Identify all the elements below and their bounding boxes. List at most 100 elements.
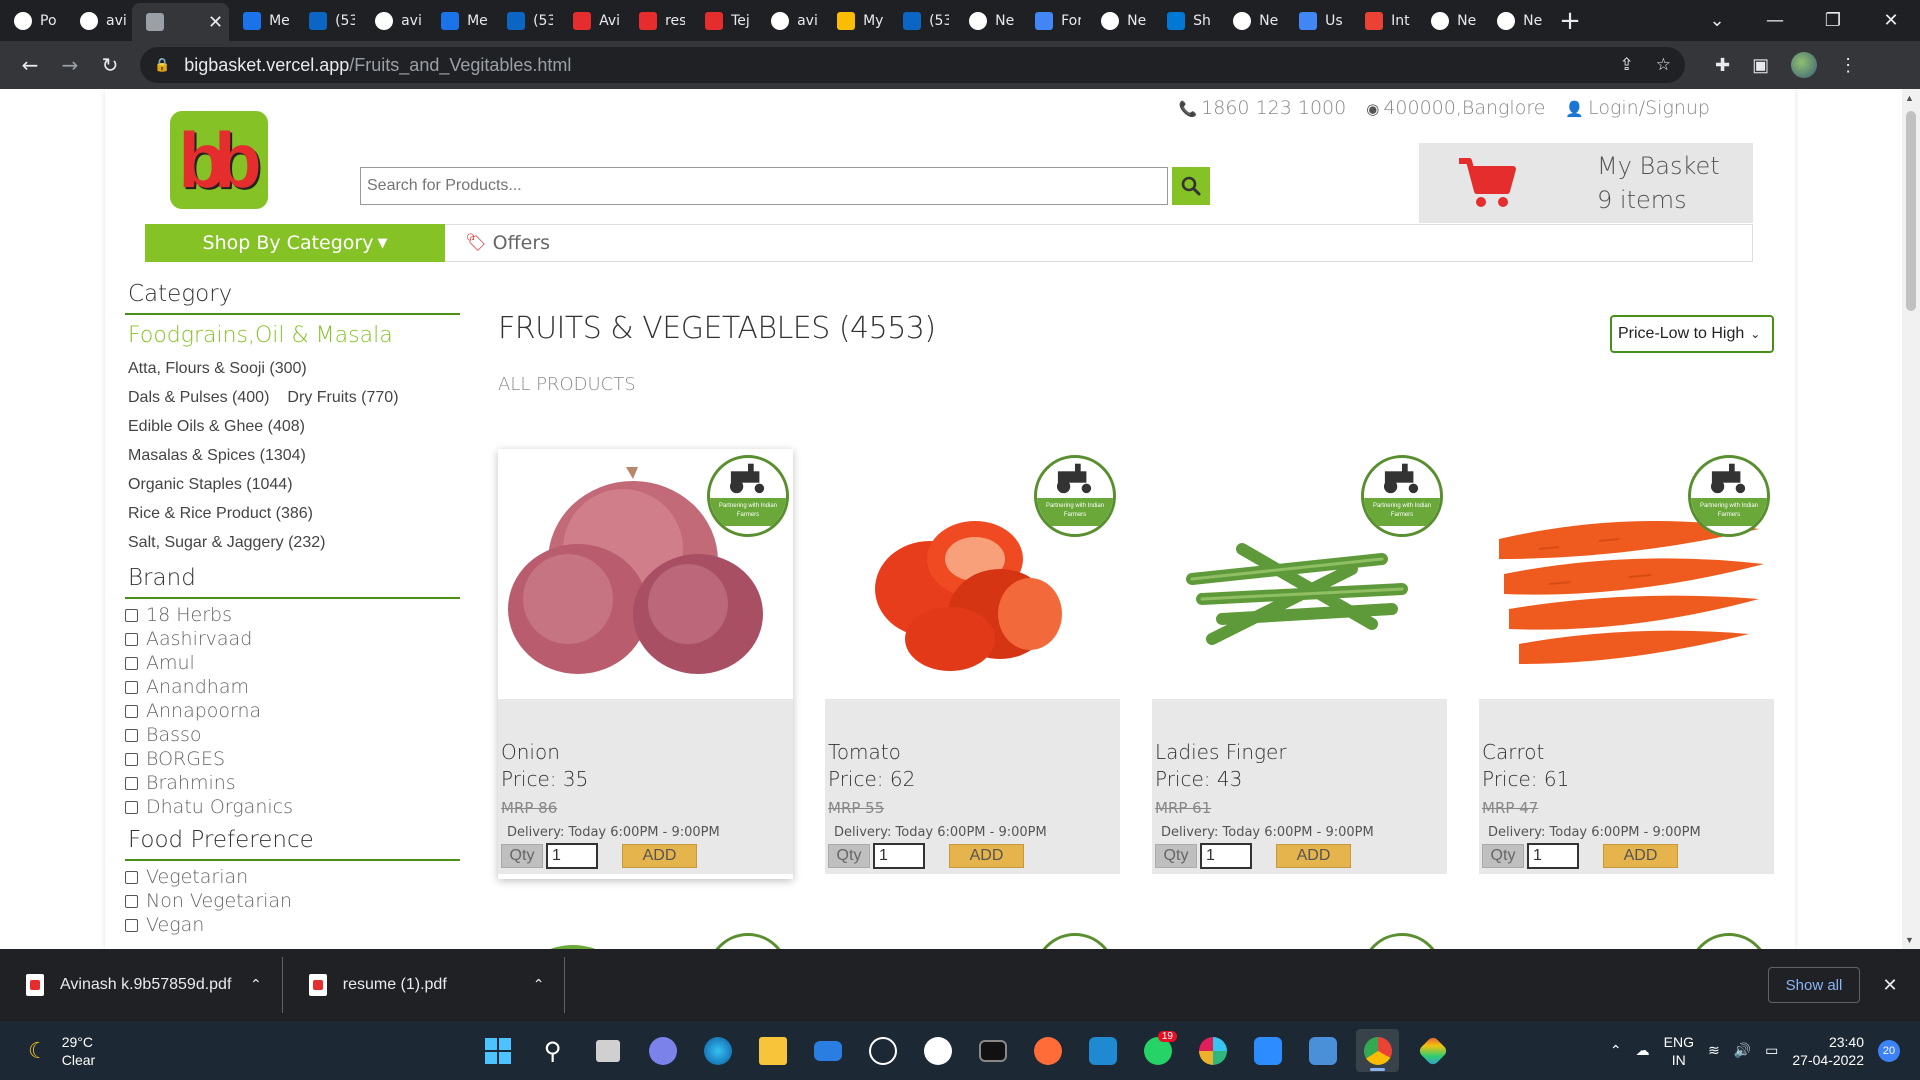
food-preference-option[interactable]: Vegan: [125, 913, 460, 937]
browser-tab[interactable]: Ne: [955, 0, 1021, 41]
browser-tab[interactable]: (53: [493, 0, 559, 41]
tab-search-icon[interactable]: ⌄: [1688, 10, 1746, 31]
browser-tab[interactable]: avi: [757, 0, 823, 41]
brand-checkbox[interactable]: [125, 608, 138, 622]
search-button[interactable]: [1172, 167, 1210, 205]
qty-input[interactable]: 1: [1527, 843, 1579, 869]
product-card-partial[interactable]: [825, 919, 1120, 949]
profile-avatar[interactable]: [1791, 52, 1818, 78]
forward-button[interactable]: →: [50, 45, 90, 85]
vpn-button[interactable]: [1301, 1029, 1344, 1072]
minimize-button[interactable]: —: [1746, 10, 1804, 31]
browser-tab[interactable]: Po: [0, 0, 66, 41]
brand-checkbox[interactable]: [125, 800, 138, 814]
brand-option[interactable]: Dhatu Organics: [125, 795, 460, 819]
brand-option[interactable]: Amul: [125, 651, 460, 675]
product-name[interactable]: Carrot: [1482, 739, 1774, 766]
task-view-button[interactable]: [586, 1029, 629, 1072]
location-link[interactable]: ◉ 400000,Banglore: [1366, 97, 1545, 119]
chevron-up-icon[interactable]: ⌃: [250, 977, 262, 993]
category-link[interactable]: Dry Fruits (770): [287, 389, 398, 406]
brand-checkbox[interactable]: [125, 632, 138, 646]
browser-tab[interactable]: Ne: [1417, 0, 1483, 41]
browser-tab[interactable]: Me: [229, 0, 295, 41]
chevron-up-tray-icon[interactable]: ⌃: [1610, 1043, 1622, 1059]
category-group-link[interactable]: Foodgrains,Oil & Masala: [125, 315, 460, 354]
product-card[interactable]: Partnering with Indian Farmers Tomato Pric…: [825, 449, 1120, 879]
volume-icon[interactable]: 🔊: [1734, 1042, 1751, 1059]
address-bar[interactable]: 🔒 bigbasket.vercel.app/Fruits_and_Vegita…: [140, 47, 1685, 83]
browser-tab[interactable]: For: [1021, 0, 1087, 41]
tab-close-icon[interactable]: ✕: [208, 12, 223, 33]
notification-count[interactable]: 20: [1878, 1039, 1900, 1062]
product-card-partial[interactable]: [498, 919, 793, 949]
browser-tab[interactable]: Int: [1351, 0, 1417, 41]
slack-button[interactable]: [1191, 1029, 1234, 1072]
battery-icon[interactable]: ▭: [1765, 1042, 1778, 1059]
browser-tab[interactable]: Ne: [1483, 0, 1549, 41]
show-all-downloads-button[interactable]: Show all: [1768, 967, 1860, 1003]
extensions-icon[interactable]: ✚: [1715, 55, 1730, 76]
category-link[interactable]: Rice & Rice Product (386): [128, 505, 313, 522]
category-link[interactable]: Masalas & Spices (1304): [128, 447, 306, 464]
brand-option[interactable]: Basso: [125, 723, 460, 747]
brand-option[interactable]: Annapoorna: [125, 699, 460, 723]
product-card-partial[interactable]: [1152, 919, 1447, 949]
browser-tab[interactable]: Us: [1285, 0, 1351, 41]
app-button[interactable]: [916, 1029, 959, 1072]
start-button[interactable]: [476, 1029, 519, 1072]
new-tab-button[interactable]: +: [1559, 6, 1581, 36]
brand-option[interactable]: Brahmins: [125, 771, 460, 795]
chrome-button[interactable]: [1356, 1029, 1399, 1072]
product-image[interactable]: Partnering with Indian Farmers: [1479, 449, 1774, 699]
browser-tab[interactable]: Avi: [559, 0, 625, 41]
reload-button[interactable]: ↻: [90, 45, 130, 85]
bigbasket-logo[interactable]: bb: [170, 111, 268, 209]
git-button[interactable]: [1411, 1029, 1454, 1072]
login-link[interactable]: 👤 Login/Signup: [1565, 97, 1710, 119]
product-image[interactable]: Partnering with Indian Farmers: [825, 449, 1120, 699]
phone-link[interactable]: 📞 1860 123 1000: [1178, 97, 1346, 119]
brand-checkbox[interactable]: [125, 776, 138, 790]
category-link[interactable]: Atta, Flours & Sooji (300): [128, 360, 307, 377]
product-name[interactable]: Tomato: [828, 739, 1120, 766]
onedrive-icon[interactable]: ☁: [1636, 1042, 1650, 1059]
teams-chat-button[interactable]: [641, 1029, 684, 1072]
browser-tab[interactable]: My: [823, 0, 889, 41]
brand-checkbox[interactable]: [125, 656, 138, 670]
product-name[interactable]: Ladies Finger: [1155, 739, 1447, 766]
brand-checkbox[interactable]: [125, 728, 138, 742]
brand-checkbox[interactable]: [125, 680, 138, 694]
close-window-button[interactable]: ✕: [1862, 10, 1920, 31]
food-preference-option[interactable]: Non Vegetarian: [125, 889, 460, 913]
weather-widget[interactable]: ☾ 29°C Clear: [28, 1033, 95, 1069]
postman-button[interactable]: [1026, 1029, 1069, 1072]
clock[interactable]: 23:40 27-04-2022: [1792, 1033, 1864, 1069]
product-image[interactable]: Partnering with Indian Farmers: [498, 449, 793, 699]
scroll-thumb[interactable]: [1906, 111, 1916, 311]
browser-tab[interactable]: Sh: [1153, 0, 1219, 41]
scroll-down-arrow[interactable]: ▼: [1905, 935, 1914, 945]
bookmark-star-icon[interactable]: ☆: [1656, 55, 1671, 75]
download-item[interactable]: resume (1).pdf ⌃: [283, 957, 566, 1013]
back-button[interactable]: ←: [10, 45, 50, 85]
restore-button[interactable]: ❐: [1804, 10, 1862, 31]
browser-tab[interactable]: res: [625, 0, 691, 41]
close-downloads-icon[interactable]: ✕: [1860, 975, 1920, 996]
food-preference-option[interactable]: Vegetarian: [125, 865, 460, 889]
category-link[interactable]: Salt, Sugar & Jaggery (232): [128, 534, 325, 551]
whatsapp-button[interactable]: 19: [1136, 1029, 1179, 1072]
product-card[interactable]: Partnering with Indian Farmers Onion Price…: [498, 449, 793, 879]
product-card-partial[interactable]: [1479, 919, 1774, 949]
food-preference-checkbox[interactable]: [125, 894, 138, 908]
brand-checkbox[interactable]: [125, 752, 138, 766]
add-to-basket-button[interactable]: ADD: [949, 844, 1024, 868]
category-link[interactable]: Organic Staples (1044): [128, 476, 293, 493]
category-link[interactable]: Edible Oils & Ghee (408): [128, 418, 305, 435]
page-scrollbar[interactable]: ▲ ▼: [1902, 89, 1920, 949]
brand-option[interactable]: 18 Herbs: [125, 603, 460, 627]
category-link[interactable]: Dals & Pulses (400): [128, 389, 269, 406]
vscode-button[interactable]: [1081, 1029, 1124, 1072]
browser-tab[interactable]: Ne: [1219, 0, 1285, 41]
browser-tab[interactable]: avi: [66, 0, 132, 41]
